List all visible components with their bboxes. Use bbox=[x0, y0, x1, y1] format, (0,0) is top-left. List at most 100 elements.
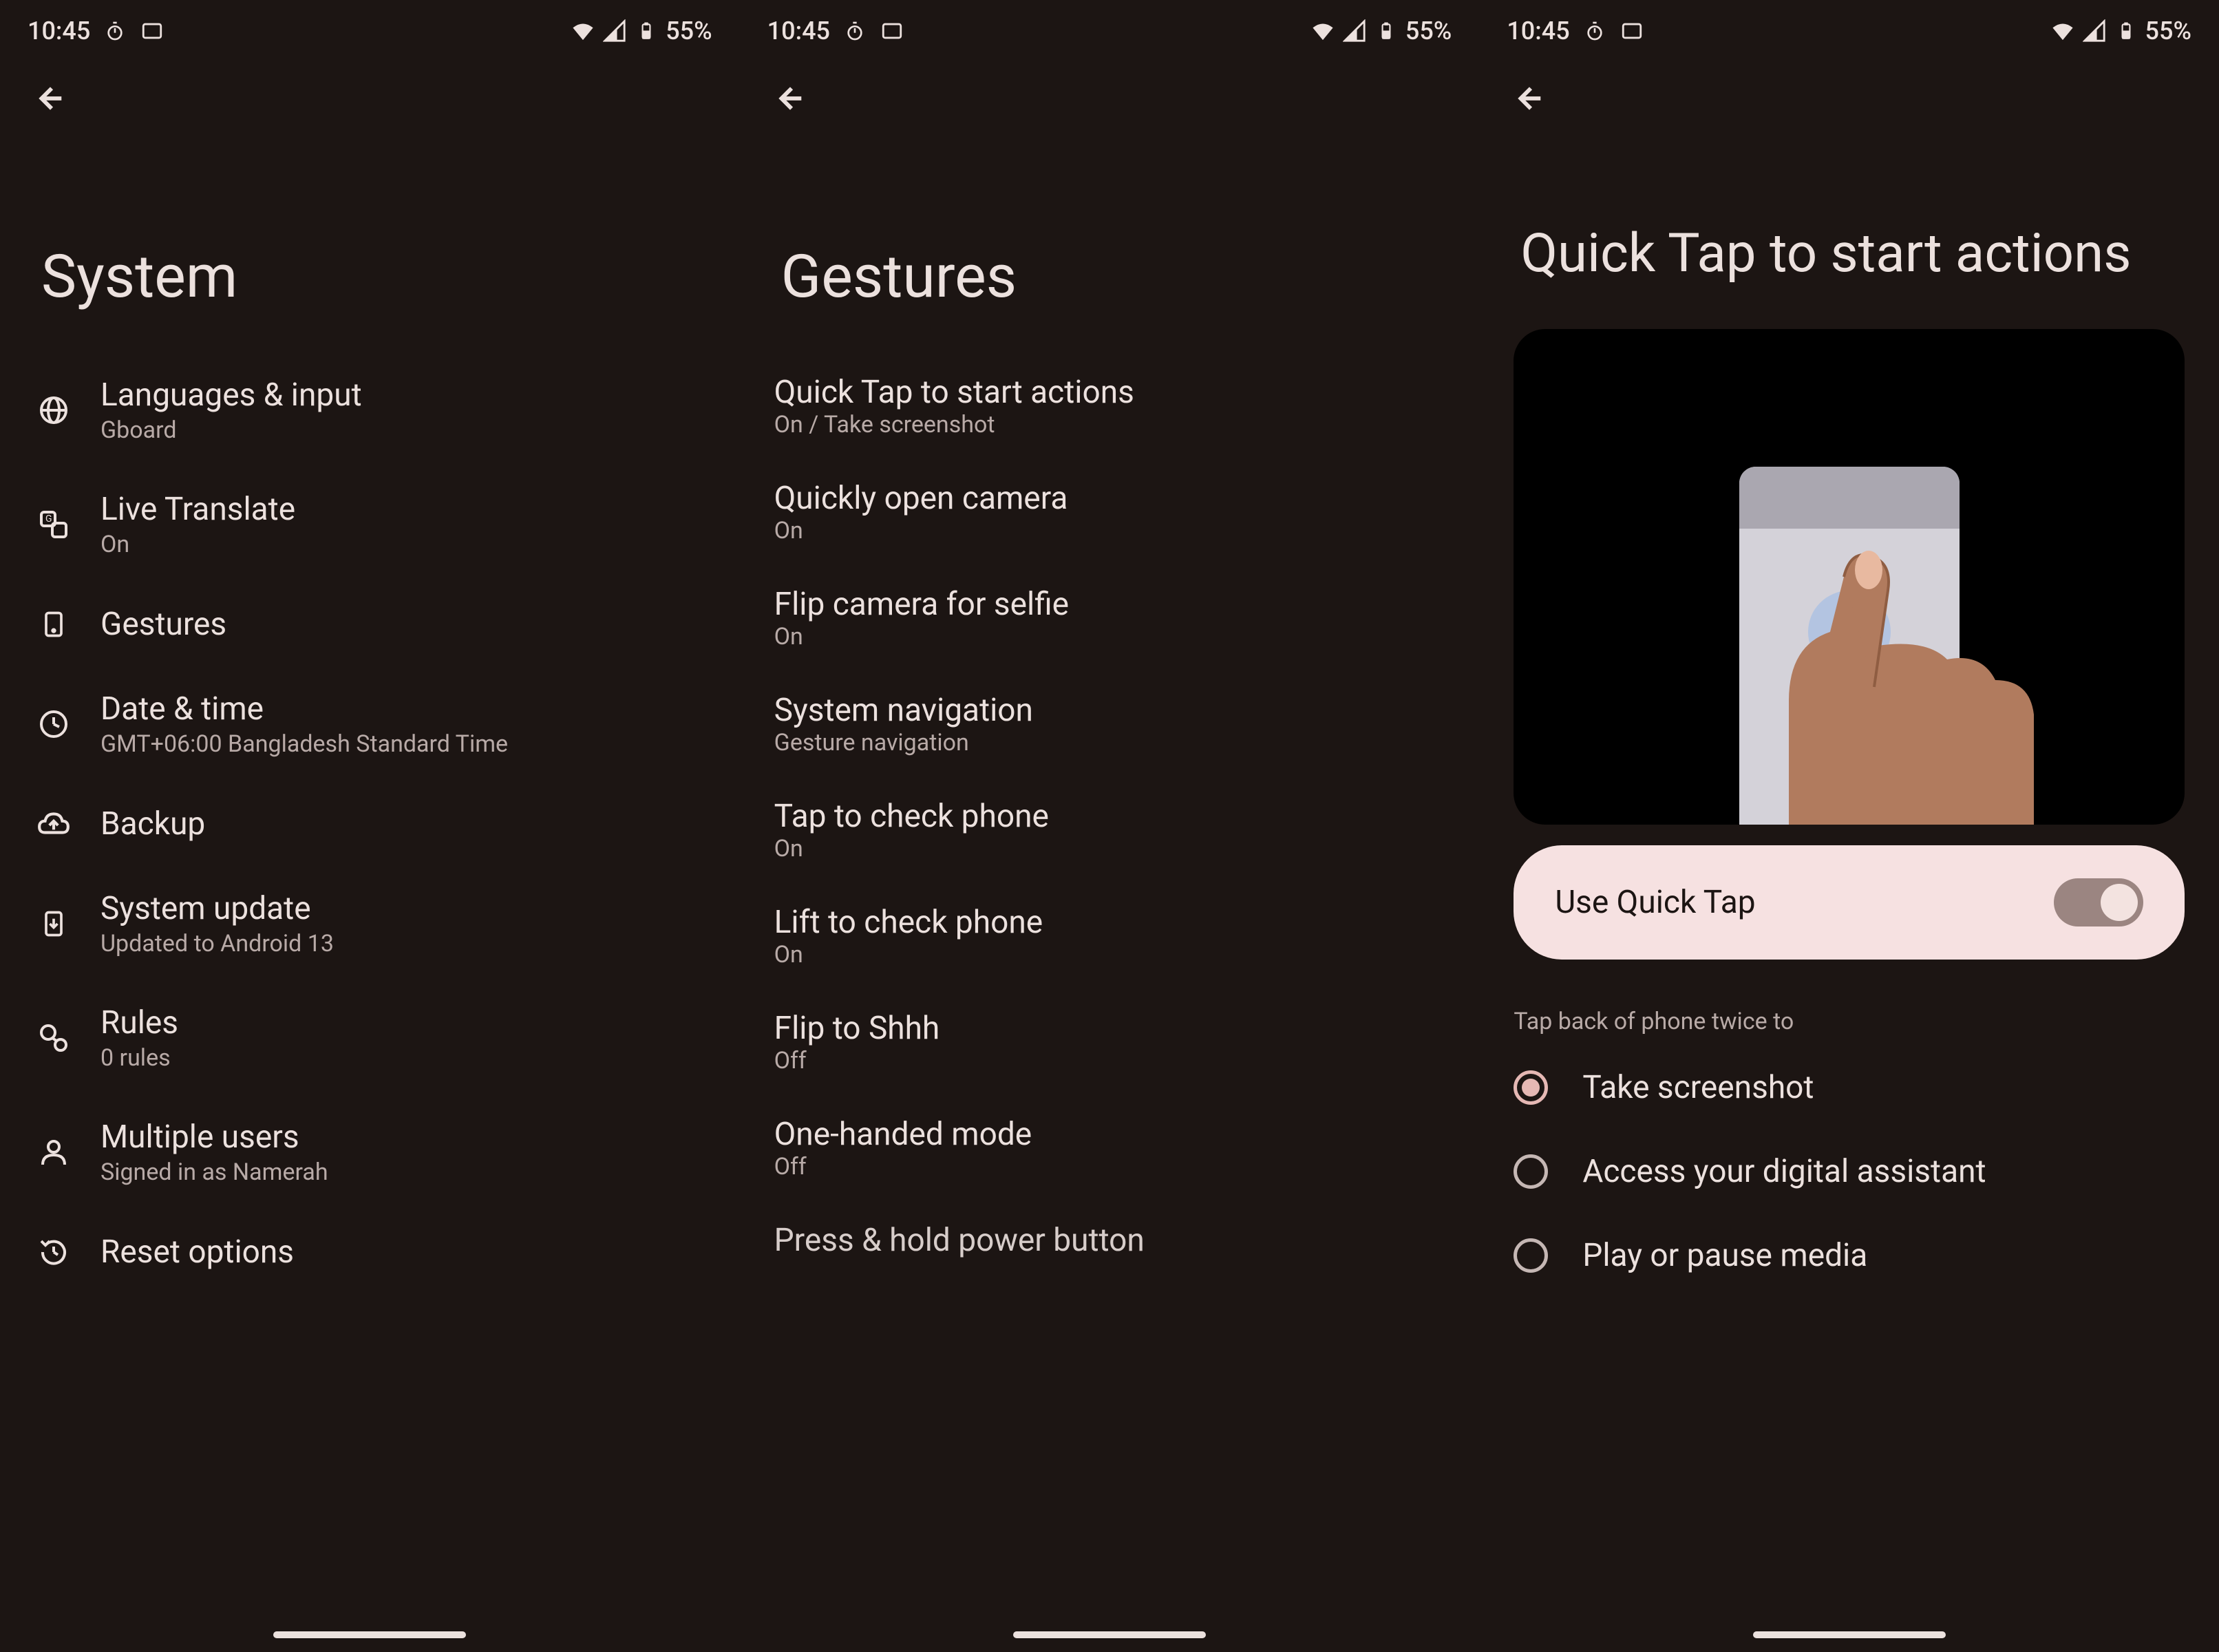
clock-icon bbox=[34, 705, 73, 743]
item-title: Multiple users bbox=[100, 1119, 328, 1156]
option-take-screenshot[interactable]: Take screenshot bbox=[1479, 1046, 2219, 1130]
cast-icon bbox=[880, 19, 904, 43]
item-title: Quick Tap to start actions bbox=[774, 374, 1445, 411]
quick-tap-illustration bbox=[1514, 329, 2185, 825]
use-quick-tap-toggle[interactable]: Use Quick Tap bbox=[1514, 845, 2185, 960]
timer-icon bbox=[1582, 19, 1607, 43]
item-languages[interactable]: Languages & input Gboard bbox=[0, 353, 740, 467]
item-title: Flip to Shhh bbox=[774, 1010, 1445, 1047]
option-label: Access your digital assistant bbox=[1582, 1153, 1986, 1190]
screen-quick-tap: 10:45 55% Quick Tap to start actions Use… bbox=[1479, 0, 2219, 1652]
wifi-icon bbox=[2050, 19, 2075, 43]
item-date-time[interactable]: Date & time GMT+06:00 Bangladesh Standar… bbox=[0, 667, 740, 781]
item-subtitle: Off bbox=[774, 1047, 1445, 1074]
cast-icon bbox=[140, 19, 164, 43]
item-subtitle: 0 rules bbox=[100, 1044, 178, 1072]
item-title: Lift to check phone bbox=[774, 904, 1445, 941]
back-button[interactable] bbox=[1479, 55, 2219, 131]
item-multiple-users[interactable]: Multiple users Signed in as Namerah bbox=[0, 1095, 740, 1209]
item-subtitle: Signed in as Namerah bbox=[100, 1158, 328, 1186]
back-button[interactable] bbox=[0, 55, 740, 131]
nav-indicator[interactable] bbox=[1013, 1631, 1206, 1638]
item-subtitle: On bbox=[100, 531, 295, 558]
battery-icon bbox=[634, 19, 659, 43]
item-title: System update bbox=[100, 890, 334, 927]
item-title: Flip camera for selfie bbox=[774, 586, 1445, 623]
option-digital-assistant[interactable]: Access your digital assistant bbox=[1479, 1130, 2219, 1214]
option-label: Take screenshot bbox=[1582, 1069, 1814, 1106]
update-icon bbox=[34, 904, 73, 943]
item-rules[interactable]: Rules 0 rules bbox=[0, 981, 740, 1095]
cast-icon bbox=[1620, 19, 1644, 43]
item-backup[interactable]: Backup bbox=[0, 781, 740, 867]
page-title: Quick Tap to start actions bbox=[1479, 131, 2219, 315]
item-subtitle: Off bbox=[774, 1153, 1445, 1180]
battery-pct: 55% bbox=[2145, 17, 2191, 45]
signal-icon bbox=[1342, 19, 1367, 43]
radio-icon bbox=[1514, 1238, 1548, 1273]
item-title: Tap to check phone bbox=[774, 798, 1445, 835]
screen-system: 10:45 55% System Languages & input Gboar… bbox=[0, 0, 740, 1652]
item-live-translate[interactable]: G Live Translate On bbox=[0, 467, 740, 582]
gesture-icon bbox=[34, 605, 73, 644]
item-title: Rules bbox=[100, 1004, 178, 1041]
users-icon bbox=[34, 1133, 73, 1172]
item-flip-camera[interactable]: Flip camera for selfie On bbox=[740, 565, 1480, 671]
item-title: Languages & input bbox=[100, 377, 362, 414]
item-subtitle: Gesture navigation bbox=[774, 729, 1445, 756]
settings-list: Quick Tap to start actions On / Take scr… bbox=[740, 353, 1480, 1280]
wifi-icon bbox=[1310, 19, 1335, 43]
section-header: Tap back of phone twice to bbox=[1479, 987, 2219, 1046]
item-quick-tap[interactable]: Quick Tap to start actions On / Take scr… bbox=[740, 353, 1480, 459]
signal-icon bbox=[602, 19, 627, 43]
battery-pct: 55% bbox=[1405, 17, 1452, 45]
timer-icon bbox=[103, 19, 127, 43]
item-title: Press & hold power button bbox=[774, 1222, 1445, 1259]
item-subtitle: Gboard bbox=[100, 416, 362, 444]
screen-gestures: 10:45 55% Gestures Quick Tap to start ac… bbox=[740, 0, 1480, 1652]
item-subtitle: On bbox=[774, 835, 1445, 862]
item-reset-options[interactable]: Reset options bbox=[0, 1209, 740, 1295]
back-arrow-icon bbox=[774, 83, 806, 114]
back-arrow-icon bbox=[1514, 83, 1545, 114]
item-system-navigation[interactable]: System navigation Gesture navigation bbox=[740, 671, 1480, 777]
status-bar: 10:45 55% bbox=[1479, 0, 2219, 55]
item-flip-shhh[interactable]: Flip to Shhh Off bbox=[740, 989, 1480, 1095]
item-system-update[interactable]: System update Updated to Android 13 bbox=[0, 867, 740, 981]
item-title: Date & time bbox=[100, 690, 508, 728]
battery-icon bbox=[2114, 19, 2138, 43]
item-title: Live Translate bbox=[100, 491, 295, 528]
settings-list: Languages & input Gboard G Live Translat… bbox=[0, 353, 740, 1295]
item-subtitle: On bbox=[774, 623, 1445, 650]
battery-icon bbox=[1374, 19, 1399, 43]
timer-icon bbox=[842, 19, 867, 43]
status-time: 10:45 bbox=[28, 17, 90, 45]
option-play-pause[interactable]: Play or pause media bbox=[1479, 1214, 2219, 1298]
item-power-button[interactable]: Press & hold power button bbox=[740, 1201, 1480, 1280]
translate-icon: G bbox=[34, 505, 73, 544]
toggle-label: Use Quick Tap bbox=[1555, 884, 1755, 921]
status-bar: 10:45 55% bbox=[0, 0, 740, 55]
reset-icon bbox=[34, 1233, 73, 1271]
item-title: Reset options bbox=[100, 1233, 294, 1271]
svg-text:G: G bbox=[45, 513, 52, 525]
item-open-camera[interactable]: Quickly open camera On bbox=[740, 459, 1480, 565]
wifi-icon bbox=[571, 19, 595, 43]
item-gestures[interactable]: Gestures bbox=[0, 582, 740, 667]
item-tap-check[interactable]: Tap to check phone On bbox=[740, 777, 1480, 883]
switch-icon bbox=[2054, 878, 2143, 926]
item-lift-check[interactable]: Lift to check phone On bbox=[740, 883, 1480, 989]
back-button[interactable] bbox=[740, 55, 1480, 131]
nav-indicator[interactable] bbox=[273, 1631, 466, 1638]
battery-pct: 55% bbox=[666, 17, 712, 45]
item-title: Gestures bbox=[100, 606, 226, 643]
item-subtitle: On bbox=[774, 517, 1445, 544]
globe-icon bbox=[34, 391, 73, 430]
nav-indicator[interactable] bbox=[1753, 1631, 1946, 1638]
status-time: 10:45 bbox=[767, 17, 830, 45]
item-title: Quickly open camera bbox=[774, 480, 1445, 517]
radio-icon bbox=[1514, 1070, 1548, 1105]
item-one-handed[interactable]: One-handed mode Off bbox=[740, 1095, 1480, 1201]
page-title: Gestures bbox=[740, 131, 1480, 353]
status-time: 10:45 bbox=[1507, 17, 1569, 45]
